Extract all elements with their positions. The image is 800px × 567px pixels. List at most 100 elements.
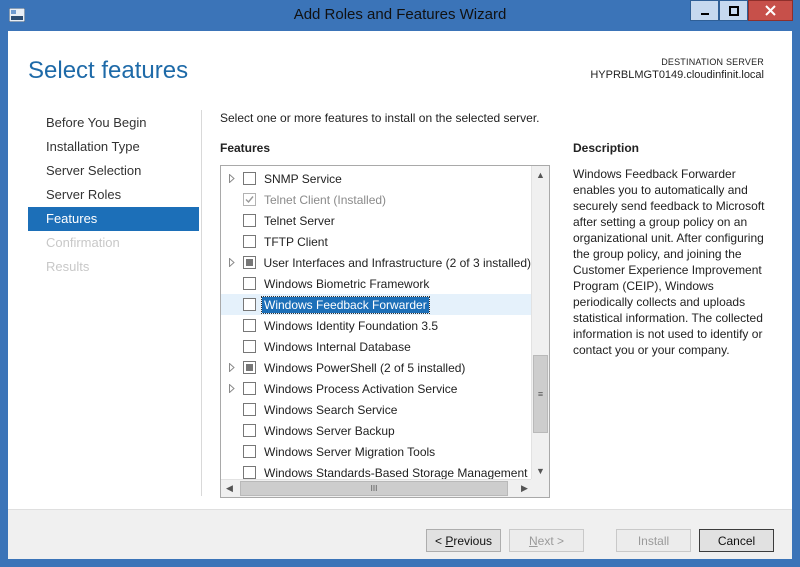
nav-divider bbox=[201, 110, 202, 496]
expand-arrow-icon[interactable] bbox=[221, 357, 243, 378]
scrollbar-corner bbox=[531, 479, 549, 497]
expand-arrow-icon[interactable] bbox=[221, 252, 243, 273]
feature-row[interactable]: Windows Feedback Forwarder bbox=[221, 294, 531, 315]
feature-row[interactable]: Windows Server Migration Tools bbox=[221, 441, 531, 462]
previous-prefix: < bbox=[434, 533, 446, 548]
expander-spacer bbox=[221, 210, 243, 231]
feature-checkbox[interactable] bbox=[243, 214, 256, 227]
feature-label[interactable]: Windows Process Activation Service bbox=[264, 382, 457, 396]
feature-checkbox[interactable] bbox=[243, 424, 256, 437]
previous-button[interactable]: < Previous bbox=[426, 529, 501, 552]
scroll-down-icon[interactable]: ▼ bbox=[532, 462, 549, 479]
feature-row[interactable]: User Interfaces and Infrastructure (2 of… bbox=[221, 252, 531, 273]
feature-checkbox[interactable] bbox=[243, 382, 256, 395]
feature-checkbox[interactable] bbox=[243, 403, 256, 416]
close-icon bbox=[765, 5, 776, 16]
wizard-content: Select features DESTINATION SERVER HYPRB… bbox=[8, 31, 792, 559]
feature-label[interactable]: SNMP Service bbox=[264, 172, 342, 186]
feature-row[interactable]: SNMP Service bbox=[221, 168, 531, 189]
feature-label[interactable]: TFTP Client bbox=[264, 235, 328, 249]
scroll-left-icon[interactable]: ◀ bbox=[221, 480, 238, 497]
nav-item-installation-type[interactable]: Installation Type bbox=[28, 135, 199, 159]
expander-spacer bbox=[221, 273, 243, 294]
feature-checkbox[interactable] bbox=[243, 172, 256, 185]
minimize-icon bbox=[700, 12, 709, 15]
feature-row[interactable]: Windows Standards-Based Storage Manageme… bbox=[221, 462, 531, 479]
horizontal-scrollbar[interactable]: ◀ III ▶ bbox=[221, 479, 533, 497]
next-button[interactable]: Next > bbox=[509, 529, 584, 552]
title-bar[interactable]: Add Roles and Features Wizard bbox=[0, 0, 800, 31]
minimize-button[interactable] bbox=[690, 0, 719, 21]
vertical-scrollbar[interactable]: ▲ ≡ ▼ bbox=[531, 166, 549, 479]
feature-label[interactable]: Windows Feedback Forwarder bbox=[261, 295, 430, 314]
scroll-up-icon[interactable]: ▲ bbox=[532, 166, 549, 183]
feature-label[interactable]: User Interfaces and Infrastructure (2 of… bbox=[264, 256, 531, 270]
maximize-button[interactable] bbox=[719, 0, 748, 21]
feature-checkbox[interactable] bbox=[243, 319, 256, 332]
feature-row[interactable]: Windows Identity Foundation 3.5 bbox=[221, 315, 531, 336]
window-title: Add Roles and Features Wizard bbox=[293, 6, 507, 23]
feature-row[interactable]: Windows Server Backup bbox=[221, 420, 531, 441]
feature-row[interactable]: Telnet Server bbox=[221, 210, 531, 231]
vertical-scroll-thumb[interactable]: ≡ bbox=[533, 355, 548, 433]
page-title: Select features bbox=[28, 57, 189, 84]
close-button[interactable] bbox=[748, 0, 793, 21]
feature-label[interactable]: Windows Server Migration Tools bbox=[264, 445, 435, 459]
install-button[interactable]: Install bbox=[616, 529, 691, 552]
destination-server-name: HYPRBLMGT0149.cloudinfinit.local bbox=[590, 69, 764, 81]
feature-checkbox[interactable] bbox=[243, 361, 256, 374]
feature-label[interactable]: Windows Search Service bbox=[264, 403, 397, 417]
next-accel: N bbox=[528, 533, 538, 548]
previous-accel: P bbox=[445, 533, 454, 548]
features-list[interactable]: SNMP Service Telnet Client (Installed) Tel… bbox=[220, 165, 550, 498]
previous-rest: revious bbox=[453, 533, 493, 548]
nav-item-features[interactable]: Features bbox=[28, 207, 199, 231]
next-rest: ext > bbox=[537, 533, 565, 548]
feature-checkbox[interactable] bbox=[243, 298, 256, 311]
expander-spacer bbox=[221, 294, 243, 315]
wizard-window: Add Roles and Features Wizard Select fea… bbox=[0, 0, 800, 567]
intro-text: Select one or more features to install o… bbox=[220, 111, 540, 125]
expand-arrow-icon[interactable] bbox=[221, 168, 243, 189]
expand-arrow-icon[interactable] bbox=[221, 378, 243, 399]
feature-checkbox[interactable] bbox=[243, 277, 256, 290]
feature-checkbox[interactable] bbox=[242, 256, 256, 269]
feature-label[interactable]: Windows Biometric Framework bbox=[264, 277, 429, 291]
feature-checkbox[interactable] bbox=[243, 235, 256, 248]
feature-label[interactable]: Telnet Server bbox=[264, 214, 335, 228]
checkmark-icon bbox=[245, 196, 254, 204]
wizard-nav: Before You Begin Installation Type Serve… bbox=[28, 111, 199, 279]
feature-row[interactable]: Windows Process Activation Service bbox=[221, 378, 531, 399]
nav-item-server-roles[interactable]: Server Roles bbox=[28, 183, 199, 207]
expander-spacer bbox=[221, 399, 243, 420]
feature-checkbox[interactable] bbox=[243, 340, 256, 353]
nav-item-server-selection[interactable]: Server Selection bbox=[28, 159, 199, 183]
feature-label[interactable]: Windows PowerShell (2 of 5 installed) bbox=[264, 361, 465, 375]
feature-row[interactable]: TFTP Client bbox=[221, 231, 531, 252]
feature-row[interactable]: Windows Search Service bbox=[221, 399, 531, 420]
expander-spacer bbox=[221, 315, 243, 336]
features-list-rows: SNMP Service Telnet Client (Installed) Tel… bbox=[221, 168, 531, 479]
feature-checkbox[interactable] bbox=[243, 466, 256, 479]
feature-label[interactable]: Windows Standards-Based Storage Manageme… bbox=[264, 466, 527, 480]
expander-spacer bbox=[221, 462, 243, 479]
wizard-footer: < Previous Next > Install Cancel bbox=[8, 509, 792, 559]
cancel-button[interactable]: Cancel bbox=[699, 529, 774, 552]
features-heading: Features bbox=[220, 141, 271, 155]
expander-spacer bbox=[221, 336, 243, 357]
feature-label[interactable]: Windows Internal Database bbox=[264, 340, 411, 354]
feature-row[interactable]: Windows Internal Database bbox=[221, 336, 531, 357]
description-text: Windows Feedback Forwarder enables you t… bbox=[573, 167, 765, 357]
feature-row[interactable]: Telnet Client (Installed) bbox=[221, 189, 531, 210]
feature-label[interactable]: Telnet Client (Installed) bbox=[264, 193, 386, 207]
nav-item-before-you-begin[interactable]: Before You Begin bbox=[28, 111, 199, 135]
feature-row[interactable]: Windows PowerShell (2 of 5 installed) bbox=[221, 357, 531, 378]
feature-label[interactable]: Windows Server Backup bbox=[264, 424, 395, 438]
expander-spacer bbox=[221, 420, 243, 441]
feature-checkbox[interactable] bbox=[243, 445, 256, 458]
horizontal-scroll-thumb[interactable]: III bbox=[240, 481, 508, 496]
expander-spacer bbox=[221, 441, 243, 462]
feature-checkbox bbox=[243, 193, 256, 206]
feature-label[interactable]: Windows Identity Foundation 3.5 bbox=[264, 319, 438, 333]
feature-row[interactable]: Windows Biometric Framework bbox=[221, 273, 531, 294]
